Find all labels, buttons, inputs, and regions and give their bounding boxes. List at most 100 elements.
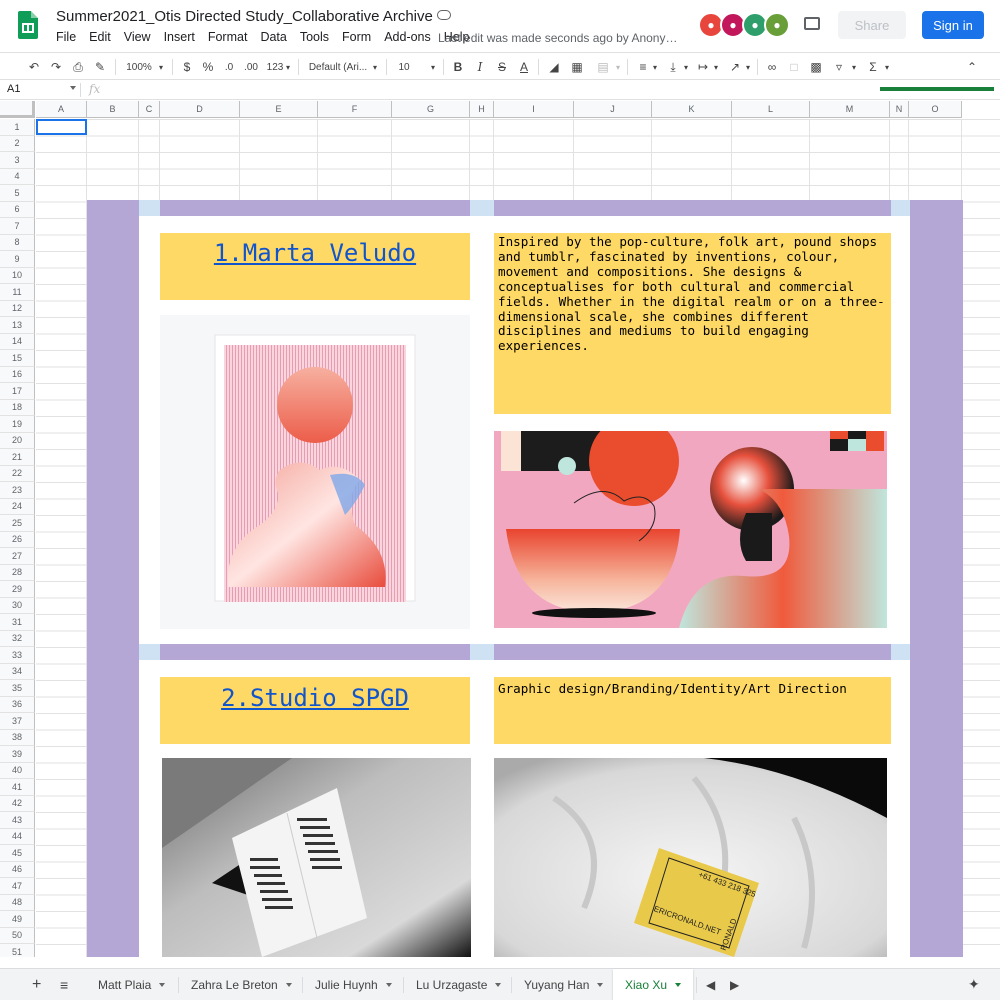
- horizontal-align-icon[interactable]: ≡: [635, 59, 651, 75]
- fill-color-icon[interactable]: ◢: [547, 59, 561, 75]
- merge-cells-icon[interactable]: ▤: [593, 59, 613, 75]
- sheet-tab-julie-huynh[interactable]: Julie Huynh: [303, 969, 404, 1000]
- text-rotation-icon[interactable]: ↗: [728, 59, 742, 75]
- row-header[interactable]: 31: [0, 614, 35, 631]
- chevron-down-icon[interactable]: ▾: [651, 59, 659, 75]
- menu-data[interactable]: Data: [260, 30, 286, 44]
- row-header[interactable]: 39: [0, 746, 35, 763]
- scroll-right-icon[interactable]: ▶: [724, 969, 745, 1000]
- sheets-logo-icon[interactable]: [18, 11, 38, 39]
- undo-icon[interactable]: ↶: [26, 59, 42, 75]
- borders-icon[interactable]: ▦: [570, 59, 584, 75]
- row-header[interactable]: 46: [0, 861, 35, 878]
- row-header[interactable]: 30: [0, 597, 35, 614]
- column-header[interactable]: C: [139, 101, 160, 118]
- sheet-tab-yuyang-han[interactable]: Yuyang Han: [512, 969, 615, 1000]
- row-header[interactable]: 34: [0, 663, 35, 680]
- insert-comment-icon[interactable]: □: [787, 59, 801, 75]
- paint-format-icon[interactable]: ✎: [92, 59, 108, 75]
- row-header[interactable]: 17: [0, 383, 35, 400]
- chevron-down-icon[interactable]: [285, 982, 292, 987]
- row-header[interactable]: 12: [0, 300, 35, 317]
- menu-addons[interactable]: Add-ons: [384, 30, 431, 44]
- text-wrap-icon[interactable]: ↦: [696, 59, 710, 75]
- sheet-tab-matt-plaia[interactable]: Matt Plaia: [86, 969, 177, 1000]
- row-header[interactable]: 49: [0, 911, 35, 928]
- row-header[interactable]: 28: [0, 564, 35, 581]
- text-color-icon[interactable]: A: [517, 59, 531, 75]
- column-header[interactable]: B: [87, 101, 139, 118]
- print-icon[interactable]: ⎙: [70, 59, 86, 75]
- row-header[interactable]: 50: [0, 927, 35, 944]
- entry-1-image-right[interactable]: [494, 431, 887, 628]
- menu-file[interactable]: File: [56, 30, 76, 44]
- entry-1-title-link[interactable]: 1.Marta Veludo: [160, 239, 470, 267]
- bold-icon[interactable]: B: [451, 59, 465, 75]
- row-header[interactable]: 32: [0, 630, 35, 647]
- column-header[interactable]: H: [470, 101, 494, 118]
- row-header[interactable]: 22: [0, 465, 35, 482]
- row-header[interactable]: 42: [0, 795, 35, 812]
- row-header[interactable]: 40: [0, 762, 35, 779]
- row-header[interactable]: 33: [0, 647, 35, 664]
- sheet-tab-lu-urzagaste[interactable]: Lu Urzagaste: [404, 969, 513, 1000]
- row-header[interactable]: 23: [0, 482, 35, 499]
- row-header[interactable]: 14: [0, 333, 35, 350]
- share-button[interactable]: Share: [838, 11, 906, 39]
- row-header[interactable]: 1: [0, 119, 35, 136]
- cloud-status-icon[interactable]: [437, 10, 451, 20]
- functions-icon[interactable]: Σ: [866, 59, 880, 75]
- sheet-grid[interactable]: ABCDEFGHIJKLMNO 1 2 3 4 5 6 7 8 9 10 11 12 13 14 15 16 1…: [0, 101, 1000, 957]
- chevron-down-icon[interactable]: ▾: [883, 59, 891, 75]
- chevron-down-icon[interactable]: [159, 982, 166, 987]
- redo-icon[interactable]: ↷: [48, 59, 64, 75]
- row-header[interactable]: 15: [0, 350, 35, 367]
- row-header[interactable]: 35: [0, 680, 35, 697]
- row-header[interactable]: 44: [0, 828, 35, 845]
- entry-2-image-left[interactable]: [162, 758, 471, 957]
- chevron-down-icon[interactable]: [385, 982, 392, 987]
- insert-link-icon[interactable]: ∞: [764, 59, 780, 75]
- row-header[interactable]: 19: [0, 416, 35, 433]
- row-header[interactable]: 41: [0, 779, 35, 796]
- row-header[interactable]: 21: [0, 449, 35, 466]
- font-family-select[interactable]: Default (Ari...: [308, 59, 368, 75]
- selected-cell-a1[interactable]: [36, 119, 87, 135]
- column-header[interactable]: N: [890, 101, 909, 118]
- chevron-down-icon[interactable]: ▾: [614, 59, 622, 75]
- column-header[interactable]: I: [494, 101, 574, 118]
- scroll-left-icon[interactable]: ◀: [700, 969, 721, 1000]
- menu-form[interactable]: Form: [342, 30, 371, 44]
- column-header[interactable]: L: [732, 101, 810, 118]
- chevron-down-icon[interactable]: [597, 982, 604, 987]
- row-header[interactable]: 2: [0, 135, 35, 152]
- name-box[interactable]: A1: [7, 83, 20, 95]
- row-header[interactable]: 25: [0, 515, 35, 532]
- row-header[interactable]: 37: [0, 713, 35, 730]
- row-header[interactable]: 24: [0, 498, 35, 515]
- entry-1-image-left[interactable]: [160, 315, 470, 629]
- menu-view[interactable]: View: [124, 30, 151, 44]
- row-header[interactable]: 6: [0, 201, 35, 218]
- document-title[interactable]: Summer2021_Otis Directed Study_Collabora…: [56, 8, 433, 25]
- column-header[interactable]: A: [36, 101, 87, 118]
- entry-2-image-right[interactable]: +61 433 218 325 ERICRONALD.NET RONALD: [494, 758, 887, 957]
- row-header[interactable]: 9: [0, 251, 35, 268]
- column-header[interactable]: O: [909, 101, 962, 118]
- chevron-down-icon[interactable]: ▾: [682, 59, 690, 75]
- chevron-down-icon[interactable]: ▾: [850, 59, 858, 75]
- strikethrough-icon[interactable]: S: [495, 59, 509, 75]
- row-header[interactable]: 36: [0, 696, 35, 713]
- decrease-decimal-button[interactable]: .0: [222, 59, 236, 75]
- row-header[interactable]: 4: [0, 168, 35, 185]
- column-header[interactable]: M: [810, 101, 890, 118]
- currency-format-button[interactable]: $: [180, 59, 194, 75]
- row-header[interactable]: 20: [0, 432, 35, 449]
- sheet-tab-xiao-xu[interactable]: Xiao Xu: [613, 969, 694, 1000]
- row-header[interactable]: 48: [0, 894, 35, 911]
- sheet-tab-zahra-le-breton[interactable]: Zahra Le Breton: [179, 969, 304, 1000]
- explore-icon[interactable]: ✦: [966, 969, 982, 1000]
- zoom-select[interactable]: 100%: [124, 59, 154, 75]
- column-header[interactable]: K: [652, 101, 732, 118]
- menu-insert[interactable]: Insert: [164, 30, 195, 44]
